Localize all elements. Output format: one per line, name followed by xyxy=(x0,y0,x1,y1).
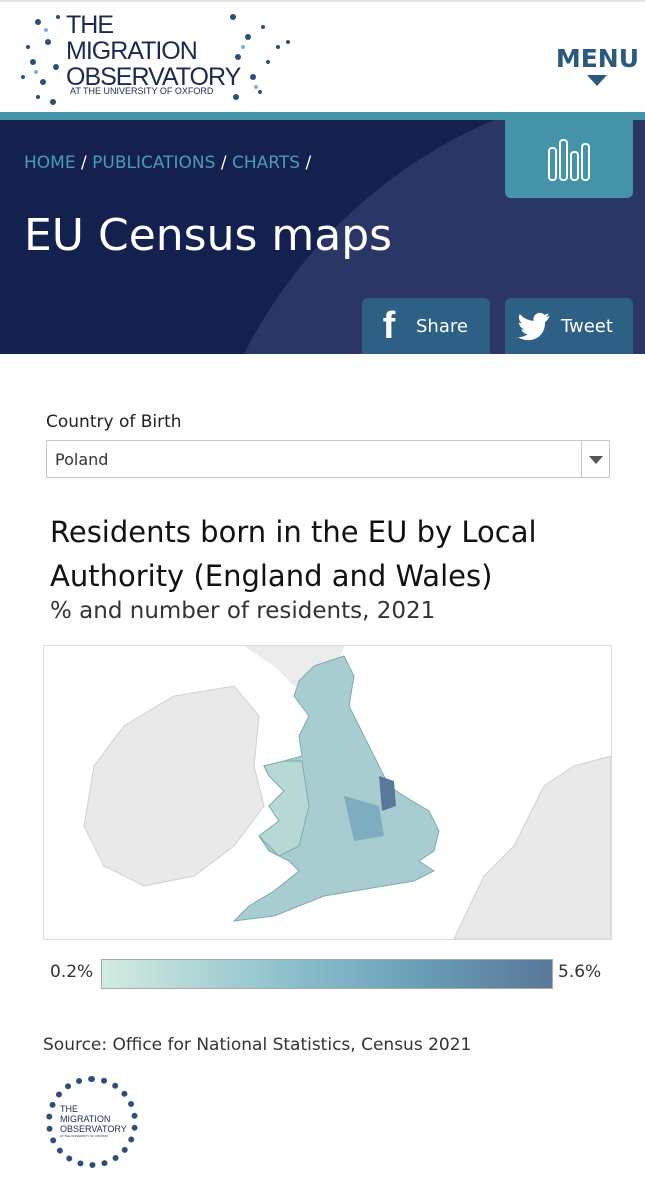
bar-chart-icon xyxy=(548,139,590,181)
chart-title: Residents born in the EU by Local Author… xyxy=(50,515,537,593)
menu-label: MENU xyxy=(555,44,639,73)
menu-button[interactable]: MENU xyxy=(556,44,639,86)
facebook-icon: f xyxy=(382,304,396,347)
site-header: THE MIGRATION OBSERVATORY AT THE UNIVERS… xyxy=(0,0,645,112)
legend-max-label: 5.6% xyxy=(558,962,602,982)
legend-min-label: 0.2% xyxy=(50,962,94,982)
chevron-down-icon xyxy=(587,75,608,86)
footer-logo-line-1: THE xyxy=(60,1104,78,1114)
breadcrumb-separator: / xyxy=(305,153,312,173)
europe-background xyxy=(453,755,612,940)
twitter-icon xyxy=(517,312,550,341)
page-title: EU Census maps xyxy=(24,210,393,261)
tweet-label: Tweet xyxy=(561,315,613,337)
choropleth-map[interactable] xyxy=(43,645,612,940)
map-canvas xyxy=(83,646,612,940)
footer-logo-line-3: OBSERVATORY xyxy=(60,1124,127,1134)
footer-logo-line-2: MIGRATION xyxy=(60,1114,111,1124)
breadcrumb-separator: / xyxy=(220,153,227,173)
selected-country: Poland xyxy=(55,450,109,469)
color-legend-bar xyxy=(101,959,553,989)
header-divider xyxy=(0,112,645,120)
chart-subtitle: % and number of residents, 2021 xyxy=(50,598,436,624)
breadcrumb-separator: / xyxy=(80,153,87,173)
site-logo[interactable]: THE MIGRATION OBSERVATORY AT THE UNIVERS… xyxy=(8,2,293,112)
country-of-birth-label: Country of Birth xyxy=(46,412,182,432)
logo-line-4: AT THE UNIVERSITY OF OXFORD xyxy=(70,86,214,96)
breadcrumb-home[interactable]: HOME xyxy=(24,153,76,173)
charts-button[interactable] xyxy=(505,120,633,198)
dropdown-arrow-icon[interactable] xyxy=(581,441,609,477)
england-wales[interactable] xyxy=(232,655,440,922)
facebook-share-button[interactable]: f Share xyxy=(362,298,490,354)
breadcrumb-charts[interactable]: CHARTS xyxy=(232,153,300,173)
country-of-birth-select[interactable]: Poland xyxy=(46,440,610,478)
logo-line-2: MIGRATION xyxy=(66,37,198,65)
breadcrumb-publications[interactable]: PUBLICATIONS xyxy=(92,153,215,173)
twitter-tweet-button[interactable]: Tweet xyxy=(505,298,633,354)
ireland-background xyxy=(83,685,265,887)
footer-logo-line-4: AT THE UNIVERSITY OF OXFORD xyxy=(60,1134,108,1138)
share-label: Share xyxy=(416,315,468,337)
breadcrumb: HOME / PUBLICATIONS / CHARTS / xyxy=(24,153,311,173)
logo-line-1: THE xyxy=(66,11,114,39)
footer-logo: THE MIGRATION OBSERVATORY AT THE UNIVERS… xyxy=(46,1076,138,1168)
source-note: Source: Office for National Statistics, … xyxy=(43,1035,472,1055)
